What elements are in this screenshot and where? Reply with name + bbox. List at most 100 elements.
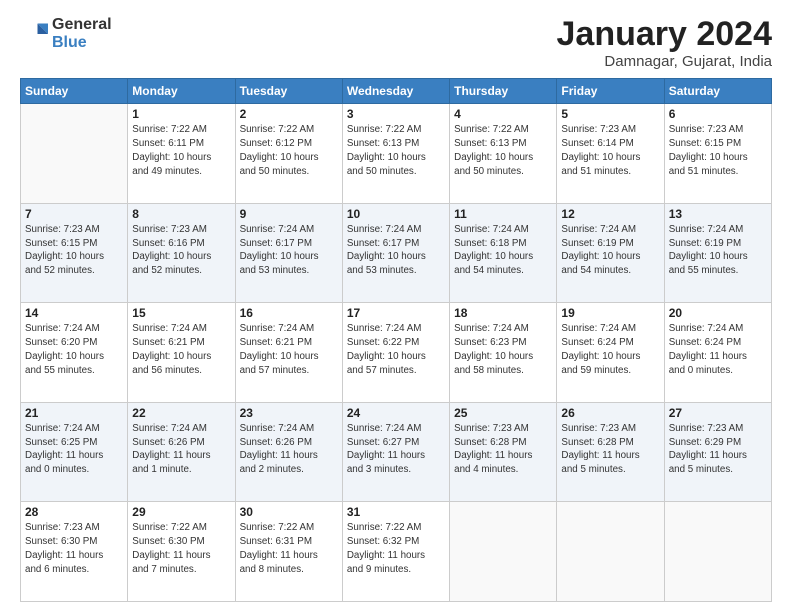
- calendar-cell: 1 Sunrise: 7:22 AM Sunset: 6:11 PM Daylig…: [128, 104, 235, 204]
- col-header-sunday: Sunday: [21, 79, 128, 104]
- day-number: 26: [561, 406, 659, 420]
- day-number: 27: [669, 406, 767, 420]
- calendar-cell: 21 Sunrise: 7:24 AM Sunset: 6:25 PM Dayli…: [21, 402, 128, 502]
- calendar-cell: 7 Sunrise: 7:23 AM Sunset: 6:15 PM Daylig…: [21, 203, 128, 303]
- day-number: 19: [561, 306, 659, 320]
- day-info: Sunrise: 7:23 AM Sunset: 6:16 PM Dayligh…: [132, 223, 230, 278]
- calendar-header-row: SundayMondayTuesdayWednesdayThursdayFrid…: [21, 79, 772, 104]
- calendar-cell: 11Sunrise: 7:24 AM Sunset: 6:18 PM Dayli…: [450, 203, 557, 303]
- day-number: 3: [347, 107, 445, 121]
- day-number: 11: [454, 207, 552, 221]
- week-row-4: 28 Sunrise: 7:23 AM Sunset: 6:30 PM Dayli…: [21, 502, 772, 602]
- day-number: 21: [25, 406, 123, 420]
- day-number: 15: [132, 306, 230, 320]
- day-number: 25: [454, 406, 552, 420]
- day-number: 4: [454, 107, 552, 121]
- calendar-cell: 25 Sunrise: 7:23 AM Sunset: 6:28 PM Dayli…: [450, 402, 557, 502]
- calendar-cell: 23 Sunrise: 7:24 AM Sunset: 6:26 PM Dayli…: [235, 402, 342, 502]
- logo-icon: [20, 20, 48, 48]
- calendar-cell: 14 Sunrise: 7:24 AM Sunset: 6:20 PM Dayli…: [21, 303, 128, 403]
- day-number: 17: [347, 306, 445, 320]
- calendar-cell: 18 Sunrise: 7:24 AM Sunset: 6:23 PM Dayli…: [450, 303, 557, 403]
- calendar-cell: 27Sunrise: 7:23 AM Sunset: 6:29 PM Dayli…: [664, 402, 771, 502]
- calendar-cell: 20Sunrise: 7:24 AM Sunset: 6:24 PM Dayli…: [664, 303, 771, 403]
- calendar-cell: 8 Sunrise: 7:23 AM Sunset: 6:16 PM Daylig…: [128, 203, 235, 303]
- day-number: 8: [132, 207, 230, 221]
- location: Damnagar, Gujarat, India: [557, 53, 773, 70]
- day-info: Sunrise: 7:23 AM Sunset: 6:15 PM Dayligh…: [25, 223, 123, 278]
- day-number: 5: [561, 107, 659, 121]
- day-number: 29: [132, 505, 230, 519]
- day-info: Sunrise: 7:24 AM Sunset: 6:17 PM Dayligh…: [347, 223, 445, 278]
- page: General Blue January 2024 Damnagar, Guja…: [0, 0, 792, 612]
- calendar-cell: 9 Sunrise: 7:24 AM Sunset: 6:17 PM Daylig…: [235, 203, 342, 303]
- logo: General Blue: [20, 16, 112, 51]
- day-number: 9: [240, 207, 338, 221]
- day-info: Sunrise: 7:24 AM Sunset: 6:20 PM Dayligh…: [25, 322, 123, 377]
- day-info: Sunrise: 7:24 AM Sunset: 6:26 PM Dayligh…: [132, 422, 230, 477]
- day-info: Sunrise: 7:22 AM Sunset: 6:13 PM Dayligh…: [454, 123, 552, 178]
- col-header-thursday: Thursday: [450, 79, 557, 104]
- calendar-cell: 3Sunrise: 7:22 AM Sunset: 6:13 PM Daylig…: [342, 104, 449, 204]
- calendar-cell: 2Sunrise: 7:22 AM Sunset: 6:12 PM Daylig…: [235, 104, 342, 204]
- day-number: 13: [669, 207, 767, 221]
- month-title: January 2024: [557, 16, 773, 53]
- day-info: Sunrise: 7:24 AM Sunset: 6:25 PM Dayligh…: [25, 422, 123, 477]
- day-info: Sunrise: 7:22 AM Sunset: 6:31 PM Dayligh…: [240, 521, 338, 576]
- week-row-3: 21 Sunrise: 7:24 AM Sunset: 6:25 PM Dayli…: [21, 402, 772, 502]
- calendar-cell: [450, 502, 557, 602]
- logo-text: General Blue: [52, 16, 112, 51]
- col-header-wednesday: Wednesday: [342, 79, 449, 104]
- day-number: 1: [132, 107, 230, 121]
- day-info: Sunrise: 7:22 AM Sunset: 6:30 PM Dayligh…: [132, 521, 230, 576]
- week-row-0: 1 Sunrise: 7:22 AM Sunset: 6:11 PM Daylig…: [21, 104, 772, 204]
- calendar-cell: [21, 104, 128, 204]
- day-number: 23: [240, 406, 338, 420]
- day-info: Sunrise: 7:23 AM Sunset: 6:30 PM Dayligh…: [25, 521, 123, 576]
- day-info: Sunrise: 7:23 AM Sunset: 6:28 PM Dayligh…: [454, 422, 552, 477]
- day-info: Sunrise: 7:24 AM Sunset: 6:22 PM Dayligh…: [347, 322, 445, 377]
- day-number: 16: [240, 306, 338, 320]
- day-info: Sunrise: 7:24 AM Sunset: 6:19 PM Dayligh…: [561, 223, 659, 278]
- logo-general: General: [52, 16, 112, 34]
- day-number: 12: [561, 207, 659, 221]
- calendar-cell: 29 Sunrise: 7:22 AM Sunset: 6:30 PM Dayli…: [128, 502, 235, 602]
- day-info: Sunrise: 7:24 AM Sunset: 6:19 PM Dayligh…: [669, 223, 767, 278]
- calendar-cell: 12 Sunrise: 7:24 AM Sunset: 6:19 PM Dayli…: [557, 203, 664, 303]
- day-number: 14: [25, 306, 123, 320]
- day-info: Sunrise: 7:22 AM Sunset: 6:11 PM Dayligh…: [132, 123, 230, 178]
- day-number: 18: [454, 306, 552, 320]
- day-number: 2: [240, 107, 338, 121]
- calendar-cell: 26Sunrise: 7:23 AM Sunset: 6:28 PM Dayli…: [557, 402, 664, 502]
- calendar-cell: 10 Sunrise: 7:24 AM Sunset: 6:17 PM Dayli…: [342, 203, 449, 303]
- calendar-cell: 6 Sunrise: 7:23 AM Sunset: 6:15 PM Daylig…: [664, 104, 771, 204]
- title-block: January 2024 Damnagar, Gujarat, India: [557, 16, 773, 70]
- calendar-cell: 16Sunrise: 7:24 AM Sunset: 6:21 PM Dayli…: [235, 303, 342, 403]
- calendar-table: SundayMondayTuesdayWednesdayThursdayFrid…: [20, 78, 772, 602]
- calendar-cell: 31Sunrise: 7:22 AM Sunset: 6:32 PM Dayli…: [342, 502, 449, 602]
- col-header-saturday: Saturday: [664, 79, 771, 104]
- day-number: 10: [347, 207, 445, 221]
- calendar-cell: 22 Sunrise: 7:24 AM Sunset: 6:26 PM Dayli…: [128, 402, 235, 502]
- day-number: 7: [25, 207, 123, 221]
- day-number: 22: [132, 406, 230, 420]
- week-row-2: 14 Sunrise: 7:24 AM Sunset: 6:20 PM Dayli…: [21, 303, 772, 403]
- day-number: 6: [669, 107, 767, 121]
- calendar-cell: 24Sunrise: 7:24 AM Sunset: 6:27 PM Dayli…: [342, 402, 449, 502]
- col-header-friday: Friday: [557, 79, 664, 104]
- calendar-cell: 15Sunrise: 7:24 AM Sunset: 6:21 PM Dayli…: [128, 303, 235, 403]
- day-info: Sunrise: 7:23 AM Sunset: 6:15 PM Dayligh…: [669, 123, 767, 178]
- calendar-cell: 30 Sunrise: 7:22 AM Sunset: 6:31 PM Dayli…: [235, 502, 342, 602]
- day-info: Sunrise: 7:24 AM Sunset: 6:26 PM Dayligh…: [240, 422, 338, 477]
- day-info: Sunrise: 7:24 AM Sunset: 6:24 PM Dayligh…: [561, 322, 659, 377]
- calendar-cell: 5 Sunrise: 7:23 AM Sunset: 6:14 PM Daylig…: [557, 104, 664, 204]
- day-info: Sunrise: 7:23 AM Sunset: 6:14 PM Dayligh…: [561, 123, 659, 178]
- day-number: 30: [240, 505, 338, 519]
- calendar-cell: 4 Sunrise: 7:22 AM Sunset: 6:13 PM Daylig…: [450, 104, 557, 204]
- day-number: 24: [347, 406, 445, 420]
- day-info: Sunrise: 7:24 AM Sunset: 6:17 PM Dayligh…: [240, 223, 338, 278]
- day-number: 28: [25, 505, 123, 519]
- calendar-cell: 13 Sunrise: 7:24 AM Sunset: 6:19 PM Dayli…: [664, 203, 771, 303]
- day-number: 20: [669, 306, 767, 320]
- day-info: Sunrise: 7:24 AM Sunset: 6:23 PM Dayligh…: [454, 322, 552, 377]
